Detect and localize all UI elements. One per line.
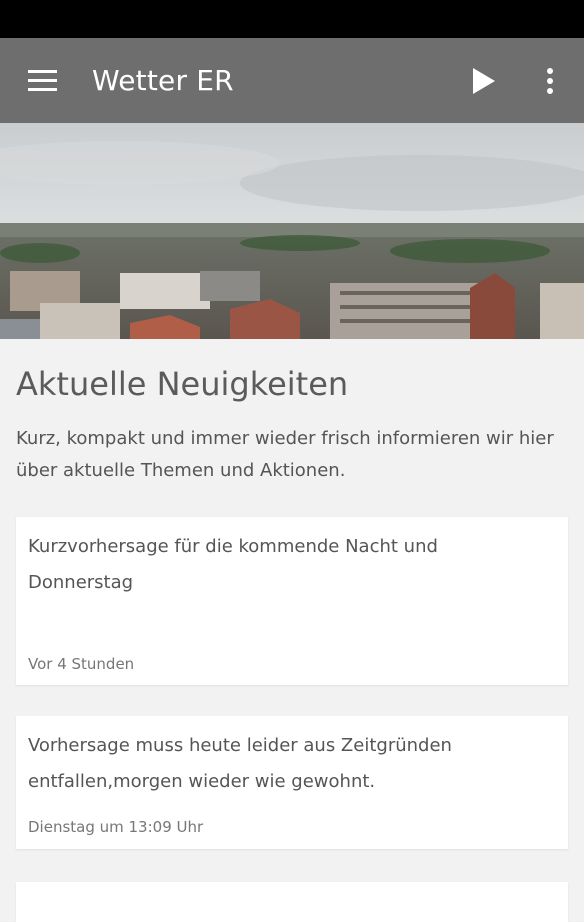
news-card-title: Kurzvorhersage für die kommende Nacht un… [28, 536, 438, 593]
news-card-time: Dienstag um 13:09 Uhr [28, 818, 204, 836]
more-vert-icon[interactable] [534, 62, 566, 100]
hero-image [0, 123, 584, 339]
app-title: Wetter ER [92, 64, 234, 97]
section-heading: Aktuelle Neuigkeiten [16, 365, 349, 403]
status-bar [0, 0, 584, 38]
news-card-time: Vor 4 Stunden [28, 655, 135, 673]
news-card[interactable]: Kurzvorhersage für die kommende Nacht un… [16, 517, 568, 685]
section-intro: Kurz, kompakt und immer wieder frisch in… [16, 428, 554, 481]
hamburger-menu-icon[interactable] [20, 60, 64, 100]
news-card[interactable]: Vorhersage muss heute leider aus Zeitgrü… [16, 716, 568, 849]
app-bar: Wetter ER [0, 38, 584, 123]
news-card-title: Vorhersage muss heute leider aus Zeitgrü… [28, 735, 452, 792]
play-icon[interactable] [464, 62, 504, 100]
news-card[interactable] [16, 882, 568, 922]
